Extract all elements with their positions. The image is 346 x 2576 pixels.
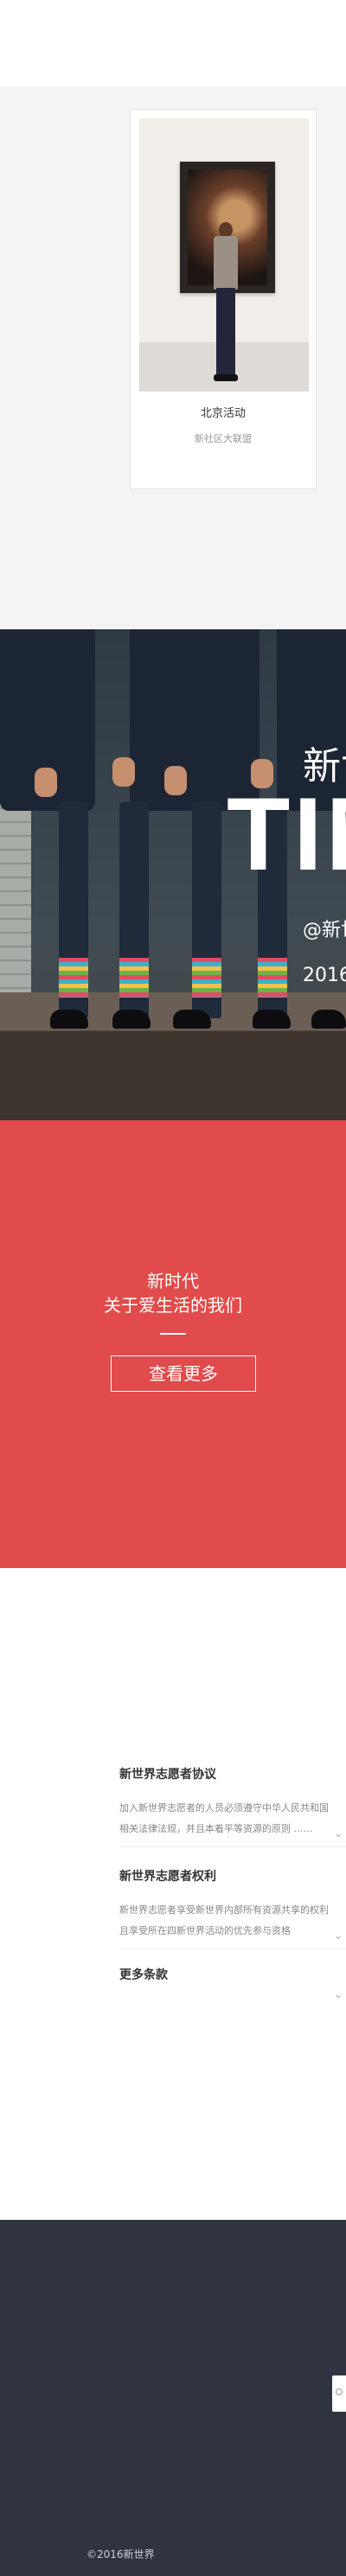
term-title: 更多条款: [119, 1968, 168, 1982]
chevron-down-icon[interactable]: ⌄: [334, 1930, 343, 1941]
striped-sock: [119, 958, 149, 998]
card-subtitle: 新社区大联盟: [195, 433, 252, 444]
term-title: 新世界志愿者权利: [119, 1870, 216, 1884]
striped-sock: [59, 958, 88, 998]
dress-shoe: [253, 1010, 291, 1029]
term-item-agreement[interactable]: 新世界志愿者协议 加入新世界志愿者的人员必须遵守中华人民共和国 相关法律法规，并…: [119, 1765, 346, 1840]
dress-shoe: [50, 1010, 88, 1029]
museum-photo: [139, 118, 309, 392]
striped-sock: [258, 958, 287, 998]
hero-handle: @新世: [303, 920, 346, 941]
divider: [119, 1846, 346, 1847]
card-title: 北京活动: [200, 407, 246, 420]
dress-shoe: [173, 1010, 211, 1029]
terms-section: 新世界志愿者协议 加入新世界志愿者的人员必须遵守中华人民共和国 相关法律法规，并…: [0, 1568, 346, 2220]
hero-year: 2016: [303, 965, 346, 986]
chevron-down-icon[interactable]: ⌄: [334, 1828, 343, 1839]
top-blank-section: [0, 0, 346, 86]
viewer-figure: [213, 222, 239, 386]
hero-banner: 新世 TIM @新世 2016: [0, 629, 346, 1120]
hand: [35, 768, 57, 797]
hero-heading-large: TIM: [227, 776, 346, 892]
chevron-down-icon[interactable]: ⌄: [334, 1989, 343, 1999]
view-more-button[interactable]: 查看更多: [111, 1355, 256, 1392]
promo-line-2: 关于爱生活的我们: [104, 1295, 242, 1316]
hand: [164, 766, 187, 795]
striped-sock: [192, 958, 221, 998]
circle-icon: [336, 2388, 343, 2395]
divider: [119, 1948, 346, 1949]
copyright: ©2016新世界: [86, 2548, 155, 2560]
dress-shoe: [112, 1010, 151, 1029]
term-body: 新世界志愿者享受新世界内部所有资源共享的权利 且享受所在四新世界活动的优先参与资…: [119, 1904, 329, 1936]
porch-steps: [0, 992, 346, 1120]
dress-shoe: [311, 1010, 346, 1029]
promo-section: 新时代 关于爱生活的我们 查看更多: [0, 1120, 346, 1568]
term-title: 新世界志愿者协议: [119, 1768, 216, 1782]
term-item-more[interactable]: 更多条款: [119, 1966, 346, 1983]
footer: ©2016新世界: [0, 2220, 346, 2576]
promo-line-1: 新时代: [147, 1271, 199, 1291]
side-tab-button[interactable]: [332, 2375, 346, 2412]
hand: [112, 757, 135, 787]
event-card[interactable]: 北京活动 新社区大联盟: [130, 109, 317, 489]
term-item-rights[interactable]: 新世界志愿者权利 新世界志愿者享受新世界内部所有资源共享的权利 且享受所在四新世…: [119, 1867, 346, 1942]
term-body: 加入新世界志愿者的人员必须遵守中华人民共和国 相关法律法规，并且本着平等资源的原…: [119, 1802, 329, 1834]
promo-divider: [160, 1333, 186, 1335]
